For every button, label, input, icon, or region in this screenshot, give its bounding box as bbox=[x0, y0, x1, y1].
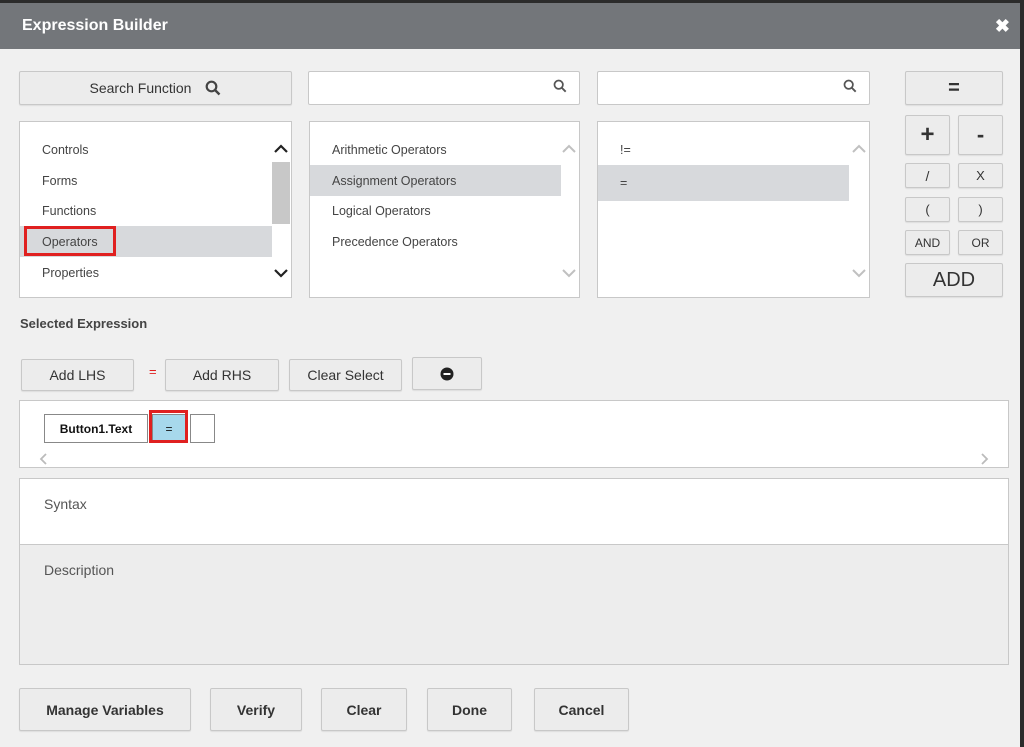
list-item[interactable]: Precedence Operators bbox=[310, 226, 561, 257]
highlight-box bbox=[24, 226, 116, 256]
search-icon bbox=[553, 79, 567, 93]
list-item[interactable]: Logical Operators bbox=[310, 195, 561, 226]
chevron-down-icon[interactable] bbox=[562, 266, 576, 280]
list-item-selected[interactable]: = bbox=[598, 165, 849, 201]
description-label: Description bbox=[44, 562, 115, 578]
operator-type-list: Arithmetic Operators Assignment Operator… bbox=[309, 121, 580, 298]
clear-select-button[interactable]: Clear Select bbox=[289, 359, 402, 391]
chevron-left-icon[interactable] bbox=[38, 453, 50, 465]
expression-builder-dialog: Expression Builder ✖ Search Function Con… bbox=[0, 3, 1020, 747]
operator-list: != = bbox=[597, 121, 870, 298]
list-item[interactable]: Functions bbox=[20, 195, 272, 226]
or-button[interactable]: OR bbox=[958, 230, 1003, 255]
selected-expression-heading: Selected Expression bbox=[20, 316, 148, 331]
search-icon bbox=[206, 80, 221, 96]
close-paren-button[interactable]: ) bbox=[958, 197, 1003, 222]
search-function-button[interactable]: Search Function bbox=[19, 71, 292, 105]
list-item[interactable]: Values bbox=[20, 288, 272, 298]
operator-type-scrollbar[interactable] bbox=[559, 122, 579, 297]
chevron-up-icon[interactable] bbox=[852, 142, 866, 156]
minus-circle-icon bbox=[440, 367, 454, 380]
list-item[interactable]: Properties bbox=[20, 257, 272, 288]
highlight-box bbox=[149, 410, 188, 443]
minus-button[interactable]: - bbox=[958, 115, 1003, 155]
equals-indicator: = bbox=[149, 364, 157, 379]
done-button[interactable]: Done bbox=[427, 688, 512, 731]
syntax-panel: Syntax bbox=[19, 478, 1009, 545]
clear-button[interactable]: Clear bbox=[321, 688, 407, 731]
list-item[interactable]: Arithmetic Operators bbox=[310, 134, 561, 165]
equals-button[interactable]: = bbox=[905, 71, 1003, 105]
dialog-title: Expression Builder bbox=[22, 17, 168, 34]
operator-type-filter-field[interactable] bbox=[308, 71, 580, 105]
add-lhs-button[interactable]: Add LHS bbox=[21, 359, 134, 391]
plus-button[interactable]: + bbox=[905, 115, 950, 155]
list-item[interactable]: != bbox=[598, 134, 849, 165]
operator-scrollbar[interactable] bbox=[849, 122, 869, 297]
category-list: Controls Forms Functions Operators Prope… bbox=[19, 121, 292, 298]
multiply-button[interactable]: X bbox=[958, 163, 1003, 188]
list-item[interactable]: Forms bbox=[20, 165, 272, 196]
list-item-selected[interactable]: Assignment Operators bbox=[310, 165, 561, 196]
syntax-label: Syntax bbox=[44, 496, 87, 512]
add-rhs-button[interactable]: Add RHS bbox=[165, 359, 279, 391]
category-scrollbar[interactable] bbox=[271, 122, 291, 297]
operator-filter-field[interactable] bbox=[597, 71, 870, 105]
chevron-up-icon[interactable] bbox=[562, 142, 576, 156]
title-bar: Expression Builder ✖ bbox=[0, 3, 1020, 49]
description-panel: Description bbox=[19, 544, 1009, 665]
scrollbar-thumb[interactable] bbox=[272, 162, 290, 224]
open-paren-button[interactable]: ( bbox=[905, 197, 950, 222]
manage-variables-button[interactable]: Manage Variables bbox=[19, 688, 191, 731]
add-button[interactable]: ADD bbox=[905, 263, 1003, 297]
list-item[interactable]: Controls bbox=[20, 134, 272, 165]
divide-button[interactable]: / bbox=[905, 163, 950, 188]
close-icon[interactable]: ✖ bbox=[995, 16, 1010, 37]
search-icon bbox=[843, 79, 857, 93]
remove-button[interactable] bbox=[412, 357, 482, 390]
operator-filter-input[interactable] bbox=[598, 72, 869, 104]
chevron-right-icon[interactable] bbox=[978, 453, 990, 465]
operator-type-filter-input[interactable] bbox=[309, 72, 579, 104]
verify-button[interactable]: Verify bbox=[210, 688, 302, 731]
and-button[interactable]: AND bbox=[905, 230, 950, 255]
chevron-down-icon[interactable] bbox=[852, 266, 866, 280]
chevron-up-icon[interactable] bbox=[274, 142, 288, 156]
chevron-down-icon[interactable] bbox=[274, 266, 288, 280]
expression-token[interactable]: Button1.Text bbox=[44, 414, 148, 443]
search-function-label: Search Function bbox=[89, 80, 192, 96]
cancel-button[interactable]: Cancel bbox=[534, 688, 629, 731]
expression-token-empty[interactable] bbox=[190, 414, 215, 443]
